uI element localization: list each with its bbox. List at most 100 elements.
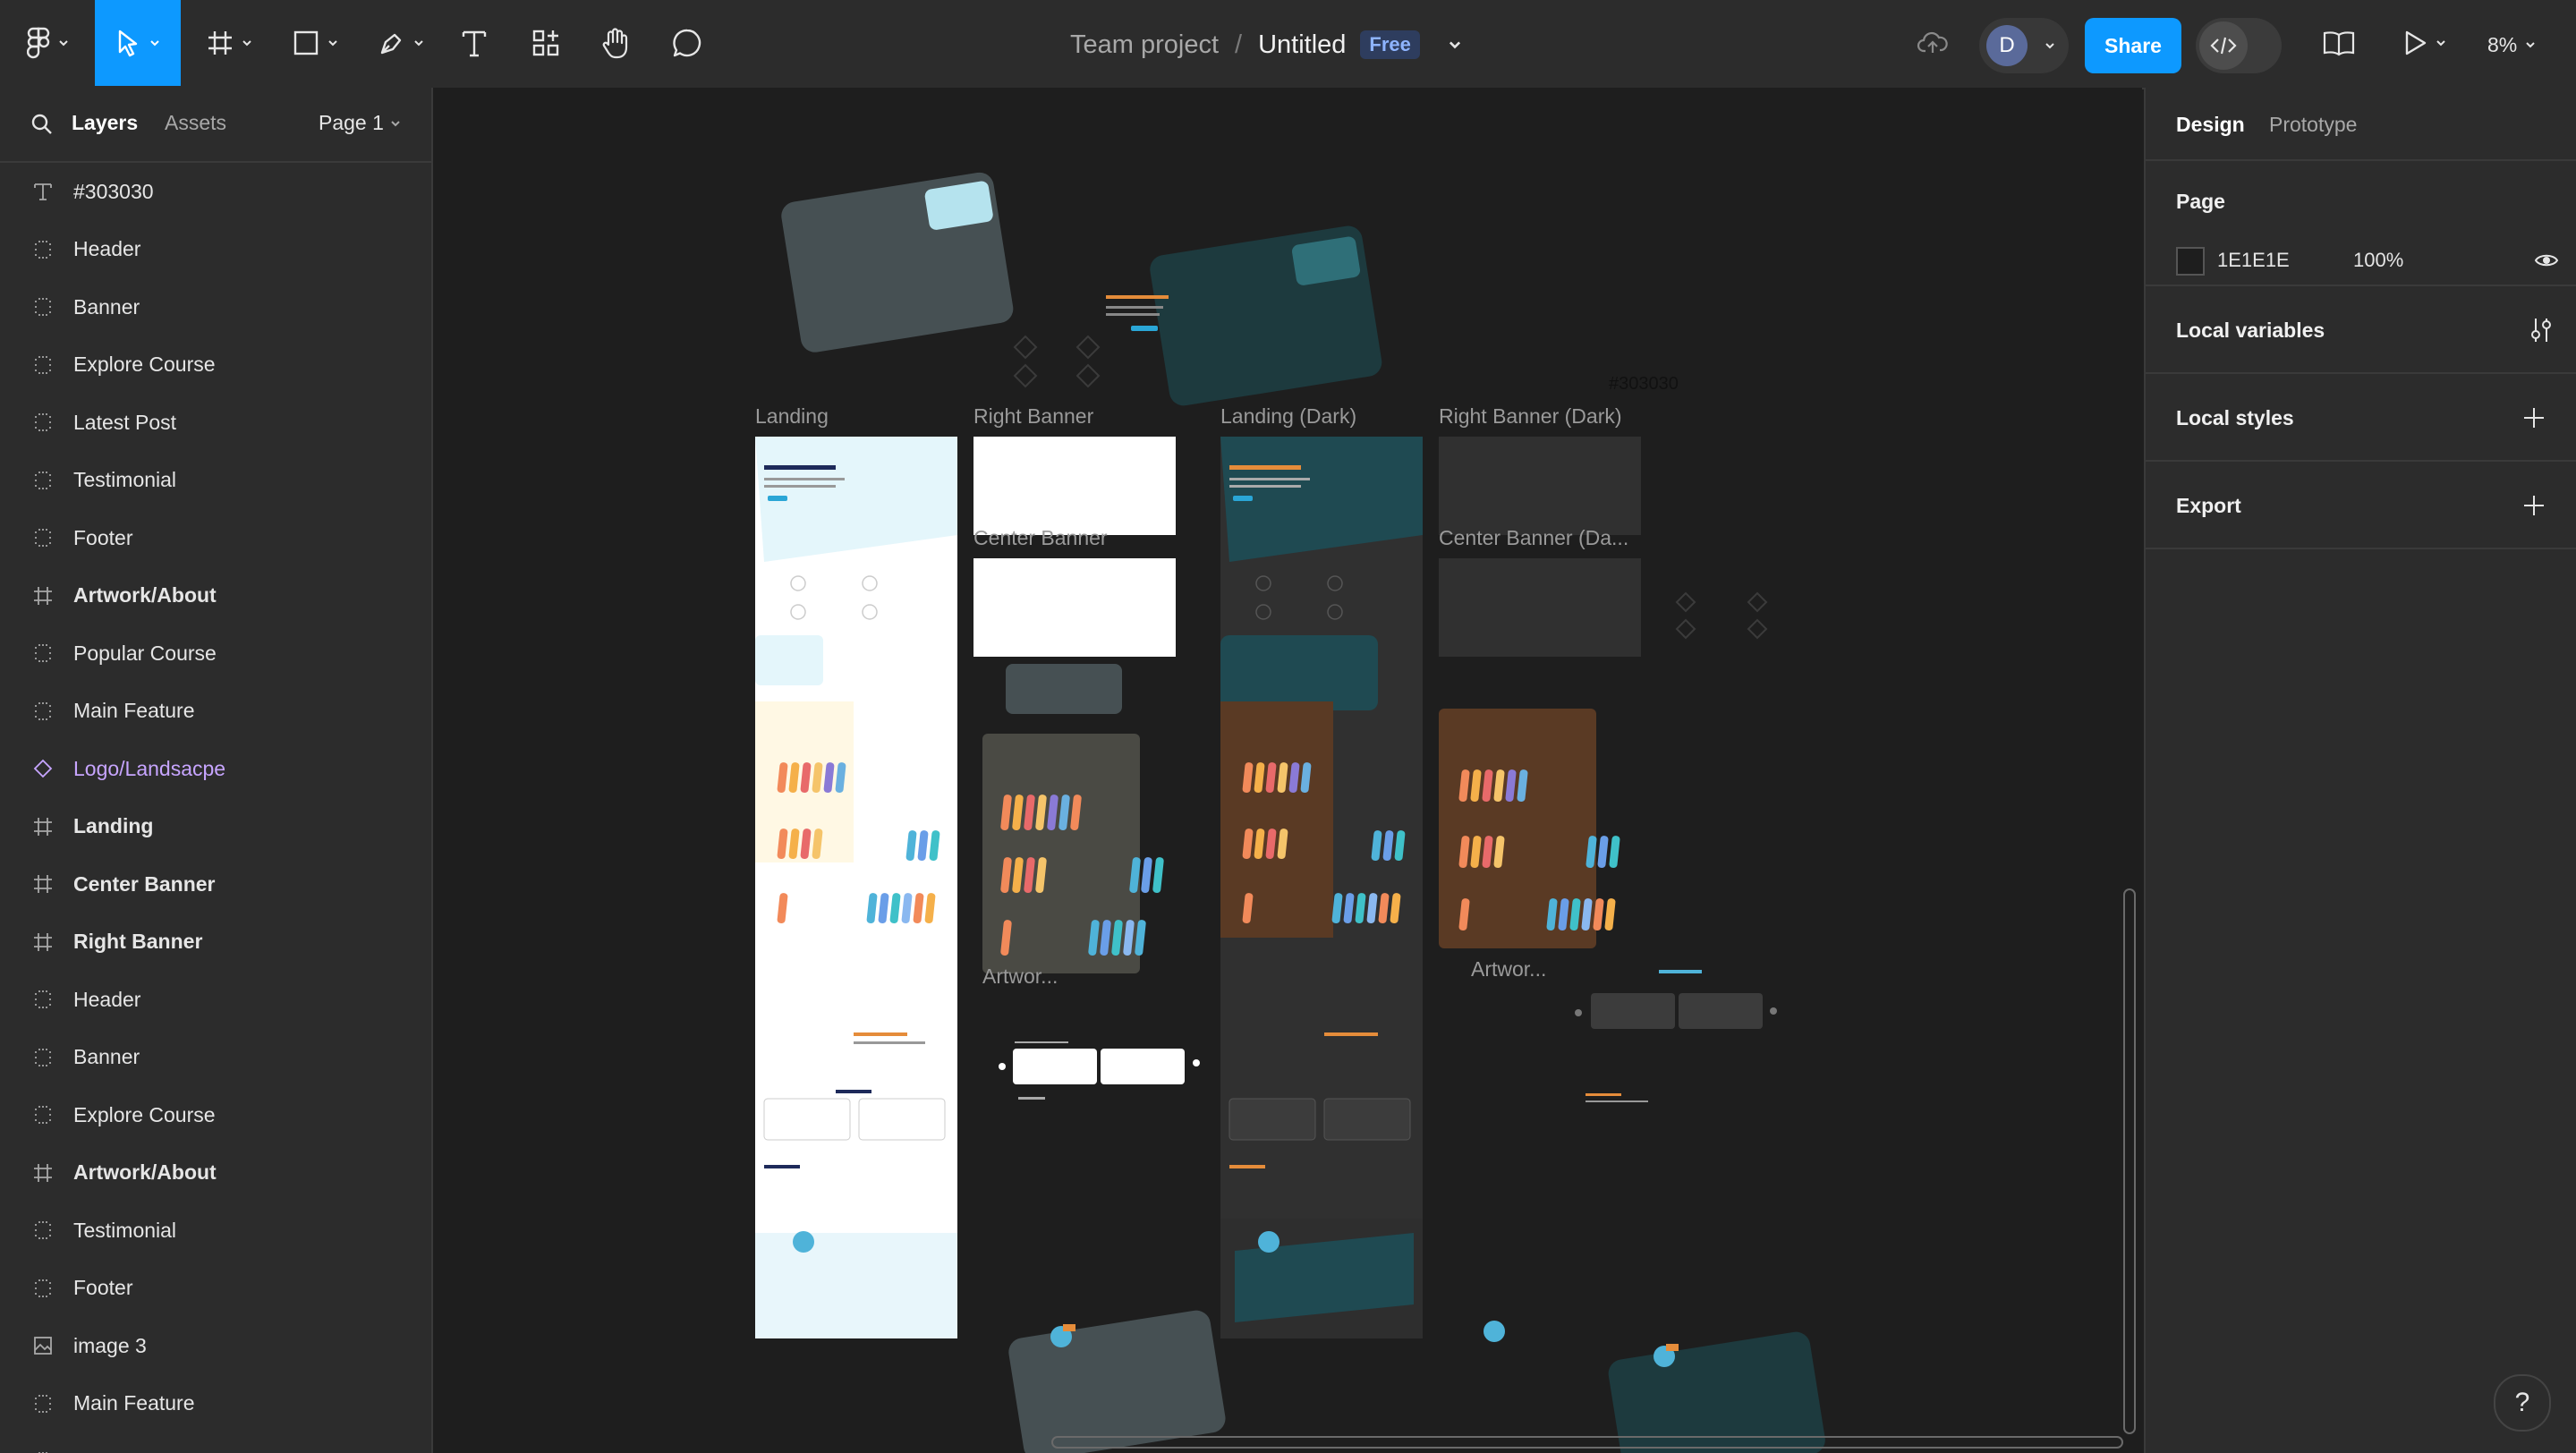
- layer-row[interactable]: Footer: [0, 1260, 431, 1317]
- layer-row[interactable]: Main Feature: [0, 1375, 431, 1432]
- share-button[interactable]: Share: [2085, 18, 2181, 73]
- frame-label-center-banner-dark[interactable]: Center Banner (Da...: [1439, 526, 1628, 550]
- frame-label-artwork-1[interactable]: Artwor...: [982, 964, 1058, 989]
- layer-row[interactable]: #303030: [0, 163, 431, 220]
- move-tool-button[interactable]: [95, 0, 181, 86]
- main-menu-button[interactable]: [21, 0, 75, 86]
- frame-label-right-banner[interactable]: Right Banner: [973, 404, 1093, 429]
- layer-row[interactable]: Right Banner: [0, 913, 431, 971]
- dev-mode-toggle[interactable]: [2196, 18, 2282, 73]
- section-icon: [35, 471, 51, 489]
- course-thumbnail: [1517, 769, 1528, 803]
- course-thumbnail: [1058, 794, 1070, 831]
- page-color-hex[interactable]: 1E1E1E: [2217, 249, 2290, 272]
- text-tool-button[interactable]: [455, 0, 494, 86]
- course-thumbnail: [929, 830, 940, 862]
- page-opacity[interactable]: 100%: [2353, 249, 2403, 272]
- comment-tool-button[interactable]: [667, 0, 707, 86]
- layer-row[interactable]: Banner: [0, 1029, 431, 1086]
- layer-row[interactable]: Main Feature: [0, 683, 431, 740]
- layer-row[interactable]: Latest Post: [0, 1432, 431, 1453]
- pen-tool-button[interactable]: [370, 0, 433, 86]
- page-color-swatch[interactable]: [2176, 247, 2205, 276]
- layer-row[interactable]: Testimonial: [0, 452, 431, 509]
- page-selector[interactable]: Page 1: [319, 111, 402, 135]
- course-thumbnail: [812, 762, 823, 794]
- chevron-down-icon: [59, 40, 68, 47]
- layer-row[interactable]: Explore Course: [0, 1086, 431, 1143]
- course-thumbnail: [1277, 762, 1288, 794]
- course-thumbnail: [1558, 898, 1569, 931]
- project-name-link[interactable]: Team project: [1070, 30, 1219, 60]
- chevron-down-icon[interactable]: [1447, 37, 1463, 53]
- save-status-button[interactable]: [1913, 0, 1952, 86]
- layer-name: Testimonial: [73, 1218, 177, 1242]
- course-thumbnail: [777, 893, 788, 924]
- layer-row[interactable]: Artwork/About: [0, 567, 431, 625]
- local-styles-section[interactable]: Local styles: [2146, 374, 2576, 462]
- course-thumbnail: [777, 762, 788, 794]
- frame-label-landing[interactable]: Landing: [755, 404, 829, 429]
- library-button[interactable]: [2317, 0, 2360, 86]
- plus-icon[interactable]: [2522, 406, 2546, 429]
- eye-icon[interactable]: [2534, 251, 2559, 270]
- course-thumbnail: [1141, 857, 1152, 894]
- tab-design[interactable]: Design: [2176, 113, 2245, 137]
- layer-row[interactable]: Header: [0, 971, 431, 1028]
- course-thumbnail: [1597, 836, 1609, 869]
- tab-prototype[interactable]: Prototype: [2269, 113, 2357, 137]
- layer-row[interactable]: Footer: [0, 509, 431, 566]
- layer-row[interactable]: Explore Course: [0, 336, 431, 394]
- help-button[interactable]: ?: [2494, 1374, 2551, 1432]
- color-text-layer[interactable]: #303030: [1609, 374, 1679, 395]
- course-thumbnail: [1458, 836, 1470, 869]
- course-thumbnail: [1254, 762, 1265, 794]
- design-canvas[interactable]: Landing Right Banner Landing (Dark) Righ…: [433, 88, 2142, 1453]
- tab-layers[interactable]: Layers: [72, 111, 138, 135]
- layers-panel-header: Layers Assets Page 1: [0, 88, 431, 163]
- avatar[interactable]: D: [1986, 25, 2028, 66]
- variables-sliders-icon[interactable]: [2529, 317, 2554, 344]
- page-section: Page 1E1E1E 100%: [2146, 161, 2576, 286]
- layer-row[interactable]: image 3: [0, 1317, 431, 1374]
- zoom-control[interactable]: 8%: [2487, 25, 2537, 64]
- frame-tool-button[interactable]: [199, 0, 261, 86]
- layer-row[interactable]: Banner: [0, 278, 431, 336]
- layer-name: Artwork/About: [73, 1160, 217, 1184]
- section-icon: [35, 644, 51, 662]
- tab-assets[interactable]: Assets: [165, 111, 226, 135]
- course-thumbnail: [1277, 828, 1288, 860]
- section-icon: [35, 1279, 51, 1297]
- layers-panel: Layers Assets Page 1 #303030 Header Banner…: [0, 88, 433, 1453]
- layer-row[interactable]: Artwork/About: [0, 1144, 431, 1202]
- course-thumbnail: [1593, 898, 1604, 931]
- hand-tool-button[interactable]: [596, 0, 635, 86]
- local-variables-section[interactable]: Local variables: [2146, 286, 2576, 374]
- frame-label-right-banner-dark[interactable]: Right Banner (Dark): [1439, 404, 1622, 429]
- cloud-upload-icon: [1917, 31, 1948, 53]
- file-name[interactable]: Untitled: [1258, 30, 1346, 60]
- section-icon: [35, 298, 51, 316]
- frame-label-landing-dark[interactable]: Landing (Dark): [1220, 404, 1356, 429]
- layer-row[interactable]: Popular Course: [0, 625, 431, 682]
- layer-row[interactable]: Logo/Landsacpe: [0, 740, 431, 797]
- present-button[interactable]: [2398, 0, 2452, 86]
- frame-label-artwork-2[interactable]: Artwor...: [1471, 957, 1546, 981]
- course-thumbnail: [800, 828, 812, 860]
- course-thumbnail: [1300, 762, 1312, 794]
- resources-button[interactable]: [526, 0, 565, 86]
- export-section[interactable]: Export: [2146, 462, 2576, 549]
- layer-row[interactable]: Testimonial: [0, 1202, 431, 1259]
- layer-row[interactable]: Center Banner: [0, 855, 431, 913]
- plus-icon[interactable]: [2522, 494, 2546, 517]
- chevron-down-icon: [2436, 40, 2445, 47]
- course-thumbnail: [1242, 828, 1254, 860]
- layer-row[interactable]: Landing: [0, 798, 431, 855]
- shape-tool-button[interactable]: [285, 0, 347, 86]
- multiplayer-avatars[interactable]: D: [1979, 18, 2069, 73]
- course-thumbnail: [1000, 794, 1012, 831]
- search-icon[interactable]: [30, 113, 54, 136]
- frame-label-center-banner[interactable]: Center Banner: [973, 526, 1108, 550]
- layer-row[interactable]: Header: [0, 221, 431, 278]
- layer-row[interactable]: Latest Post: [0, 394, 431, 451]
